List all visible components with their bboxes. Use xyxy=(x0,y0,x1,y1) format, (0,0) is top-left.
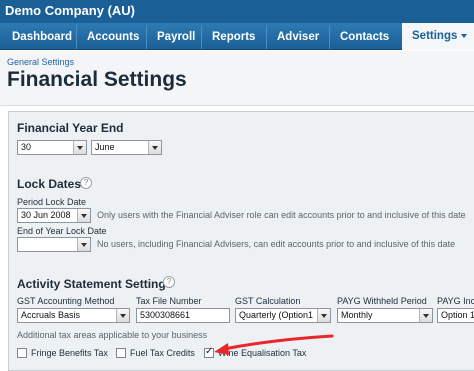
breadcrumb[interactable]: General Settings xyxy=(7,57,74,67)
fuel-tax-credits-label[interactable]: Fuel Tax Credits xyxy=(130,348,195,358)
calendar-dropdown-icon[interactable] xyxy=(77,238,90,251)
nav-settings[interactable]: Settings xyxy=(402,23,474,50)
year-end-day-value: 30 xyxy=(21,142,32,152)
gst-method-value: Accruals Basis xyxy=(21,310,81,320)
period-lock-note: Only users with the Financial Adviser ro… xyxy=(97,210,466,220)
gst-calc-select[interactable]: Quarterly (Option1 xyxy=(235,308,331,323)
period-lock-date-input[interactable]: 30 Jun 2008 xyxy=(17,208,91,223)
top-bar: Demo Company (AU) xyxy=(0,0,474,23)
dropdown-arrow-icon xyxy=(116,309,129,322)
nav-adviser[interactable]: Adviser xyxy=(266,25,329,49)
nav-reports-label: Reports xyxy=(212,31,256,43)
payg-withheld-label: PAYG Withheld Period xyxy=(337,296,427,306)
lock-dates-title: Lock Dates xyxy=(17,177,82,191)
dropdown-arrow-icon xyxy=(317,309,330,322)
chevron-down-icon xyxy=(461,33,468,38)
settings-panel: Financial Year End 30 June Lock Dates ? … xyxy=(8,111,474,371)
activity-statement-title: Activity Statement Settings xyxy=(17,277,173,291)
tfn-input[interactable]: 5300308661 xyxy=(136,308,230,323)
fringe-benefits-label[interactable]: Fringe Benefits Tax xyxy=(31,348,108,358)
help-icon[interactable]: ? xyxy=(80,177,92,189)
gst-method-label: GST Accounting Method xyxy=(17,296,115,306)
dropdown-arrow-icon xyxy=(419,309,432,322)
nav-dashboard[interactable]: Dashboard xyxy=(2,25,76,49)
year-end-day-select[interactable]: 30 xyxy=(17,140,87,155)
payg-income-select[interactable]: Option 1 xyxy=(437,308,474,323)
dropdown-arrow-icon xyxy=(73,141,86,154)
additional-tax-note: Additional tax areas applicable to your … xyxy=(17,330,208,340)
tfn-value: 5300308661 xyxy=(140,310,191,320)
end-of-year-lock-date-input[interactable] xyxy=(17,237,91,252)
fringe-benefits-checkbox[interactable] xyxy=(17,348,27,358)
nav-accounts-label: Accounts xyxy=(87,31,140,43)
nav-accounts[interactable]: Accounts xyxy=(76,25,146,49)
year-end-month-value: June xyxy=(95,142,115,152)
payg-withheld-select[interactable]: Monthly xyxy=(337,308,433,323)
page-header: General Settings Financial Settings xyxy=(0,51,474,106)
end-of-year-lock-note: No users, including Financial Advisers, … xyxy=(97,239,456,249)
nav-payroll[interactable]: Payroll xyxy=(146,25,201,49)
payg-withheld-value: Monthly xyxy=(341,310,373,320)
payg-income-value: Option 1 xyxy=(441,310,474,320)
payg-income-label: PAYG Inco xyxy=(437,296,474,306)
nav-dashboard-label: Dashboard xyxy=(12,31,73,43)
company-name[interactable]: Demo Company (AU) xyxy=(5,3,135,18)
nav-payroll-label: Payroll xyxy=(157,31,196,43)
end-of-year-lock-date-label: End of Year Lock Date xyxy=(17,226,107,236)
nav-reports[interactable]: Reports xyxy=(201,25,266,49)
tfn-label: Tax File Number xyxy=(136,296,202,306)
year-end-month-select[interactable]: June xyxy=(91,140,162,155)
wine-equalisation-label[interactable]: Wine Equalisation Tax xyxy=(218,348,306,358)
main-nav: Dashboard Accounts Payroll Reports Advis… xyxy=(0,23,474,50)
nav-contacts-label: Contacts xyxy=(340,31,390,43)
help-icon[interactable]: ? xyxy=(163,276,175,288)
financial-year-end-title: Financial Year End xyxy=(17,121,124,135)
fuel-tax-credits-checkbox[interactable] xyxy=(116,348,126,358)
period-lock-date-value: 30 Jun 2008 xyxy=(21,210,71,220)
nav-settings-label: Settings xyxy=(412,30,458,42)
nav-contacts[interactable]: Contacts xyxy=(329,25,401,49)
gst-calc-value: Quarterly (Option1 xyxy=(239,310,314,320)
calendar-dropdown-icon[interactable] xyxy=(77,209,90,222)
gst-calc-label: GST Calculation xyxy=(235,296,301,306)
page-title: Financial Settings xyxy=(7,68,187,91)
nav-adviser-label: Adviser xyxy=(277,31,320,43)
gst-method-select[interactable]: Accruals Basis xyxy=(17,308,130,323)
dropdown-arrow-icon xyxy=(148,141,161,154)
wine-equalisation-checkbox[interactable] xyxy=(204,346,214,358)
period-lock-date-label: Period Lock Date xyxy=(17,197,87,207)
